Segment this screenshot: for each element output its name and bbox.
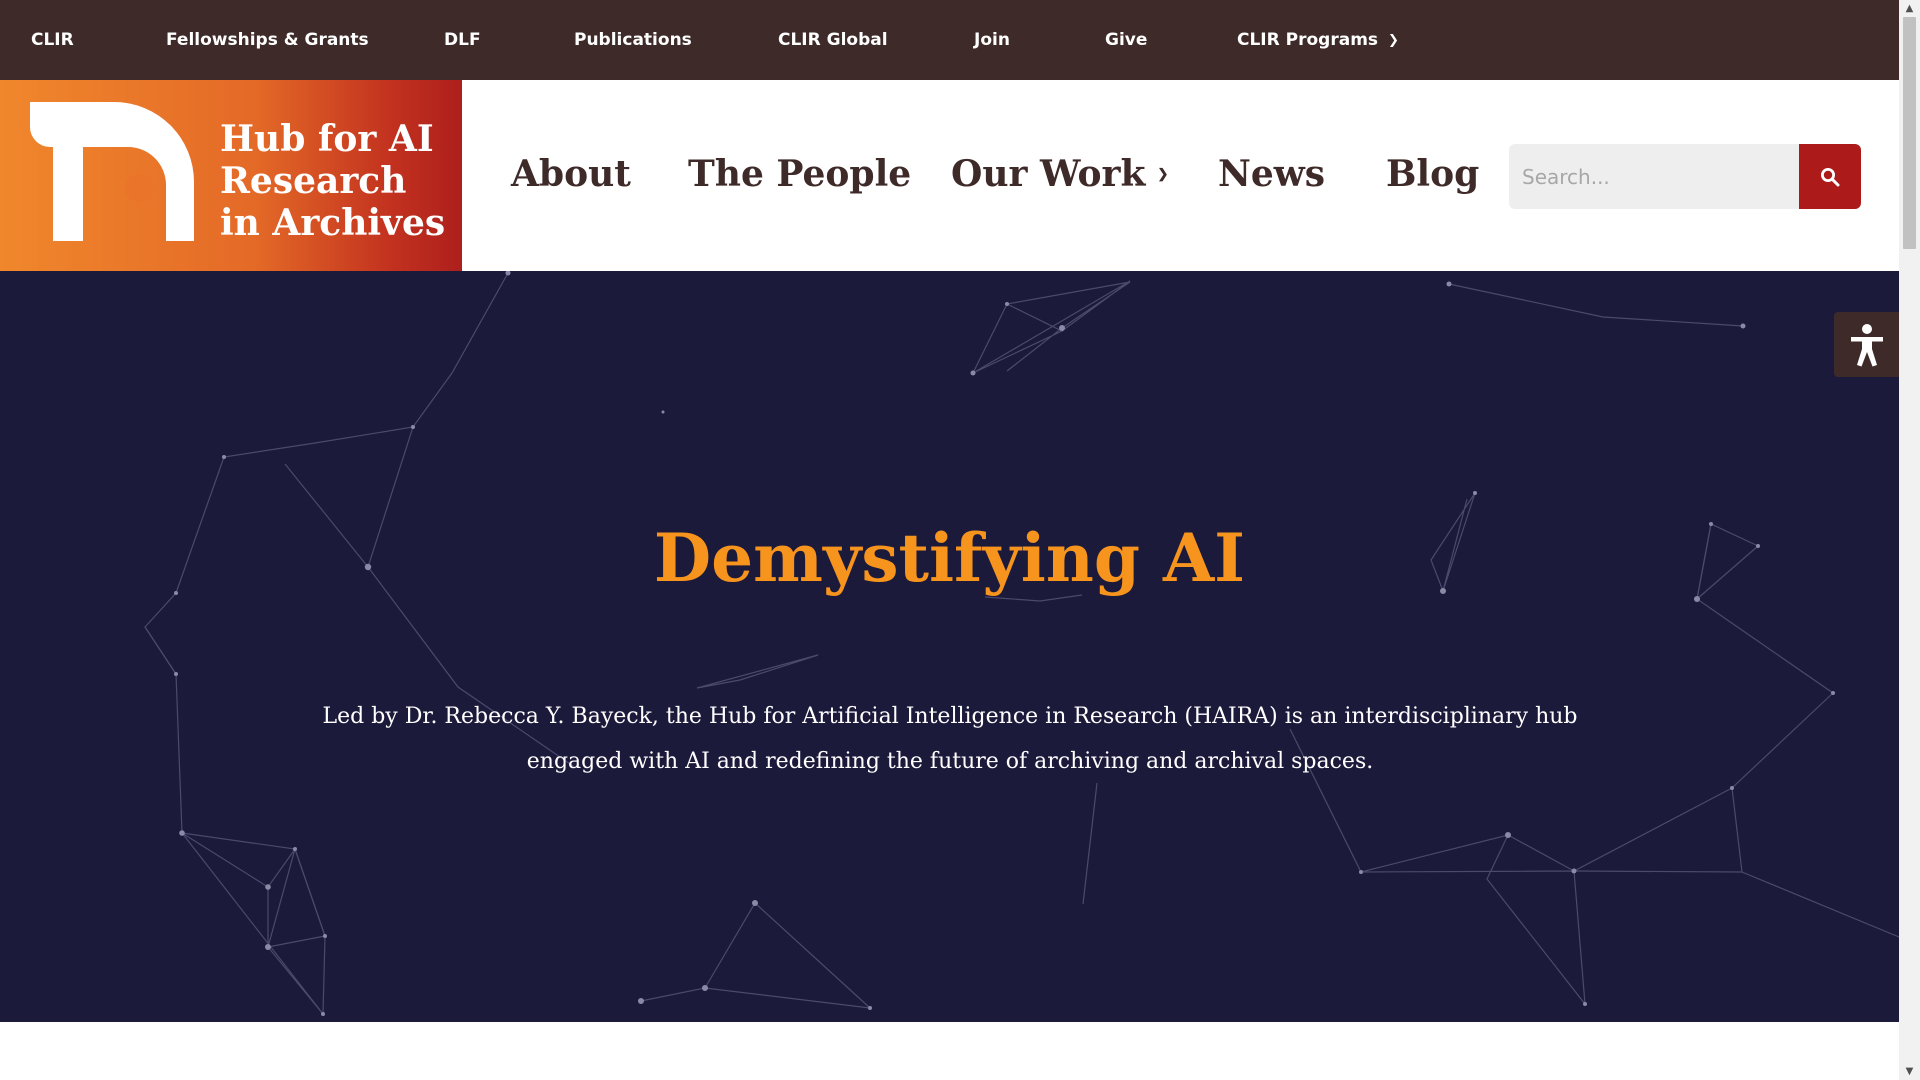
util-link-clir-global[interactable]: CLIR Global <box>778 30 888 50</box>
util-link-give[interactable]: Give <box>1105 30 1147 50</box>
hero-title: Demystifying AI <box>653 519 1246 597</box>
util-menu-clir-programs[interactable]: CLIR Programs ❯ <box>1237 30 1399 50</box>
search-icon <box>1821 167 1840 186</box>
chevron-down-icon: ❯ <box>1388 33 1399 48</box>
util-link-join[interactable]: Join <box>974 30 1010 50</box>
page-scrollbar[interactable]: ▲ ▼ <box>1899 0 1920 1080</box>
chevron-down-icon: ❯ <box>1157 167 1169 182</box>
site-header: Hub for AI Research in Archives About Th… <box>0 80 1899 271</box>
logo-line-2: Research <box>220 160 407 202</box>
network-background-graphic <box>144 271 1899 1016</box>
nav-our-work-label: Our Work <box>951 153 1146 195</box>
site-logo[interactable]: Hub for AI Research in Archives <box>0 80 462 271</box>
nav-about[interactable]: About <box>511 154 631 194</box>
util-link-fellowships[interactable]: Fellowships & Grants <box>166 30 369 50</box>
logo-line-1: Hub for AI <box>220 118 434 160</box>
util-link-publications[interactable]: Publications <box>574 30 692 50</box>
hero-description: Led by Dr. Rebecca Y. Bayeck, the Hub fo… <box>322 704 1578 774</box>
nav-news[interactable]: News <box>1218 154 1325 194</box>
accessibility-icon <box>1850 323 1883 366</box>
nav-the-people[interactable]: The People <box>688 154 911 194</box>
scroll-up-arrow-icon[interactable]: ▲ <box>1899 0 1920 17</box>
hub-logo-mark-icon <box>30 102 194 241</box>
logo-wordmark: Hub for AI Research in Archives <box>220 118 445 244</box>
scrollbar-thumb[interactable] <box>1903 17 1916 249</box>
search-input[interactable] <box>1509 144 1799 209</box>
nav-our-work[interactable]: Our Work ❯ <box>951 154 1168 203</box>
utility-bar: CLIR Fellowships & Grants DLF Publicatio… <box>0 0 1899 80</box>
hero-section: Demystifying AI Led by Dr. Rebecca Y. Ba… <box>0 271 1899 1022</box>
util-link-clir[interactable]: CLIR <box>31 30 74 50</box>
logo-line-3: in Archives <box>220 202 446 244</box>
search-form <box>1509 144 1861 209</box>
util-link-dlf[interactable]: DLF <box>444 30 481 50</box>
scroll-down-arrow-icon[interactable]: ▼ <box>1899 1063 1920 1080</box>
page: CLIR Fellowships & Grants DLF Publicatio… <box>0 0 1899 1080</box>
search-button[interactable] <box>1799 144 1861 209</box>
nav-blog[interactable]: Blog <box>1386 154 1479 194</box>
util-menu-label: CLIR Programs <box>1237 30 1379 50</box>
accessibility-toggle-button[interactable] <box>1834 312 1899 377</box>
